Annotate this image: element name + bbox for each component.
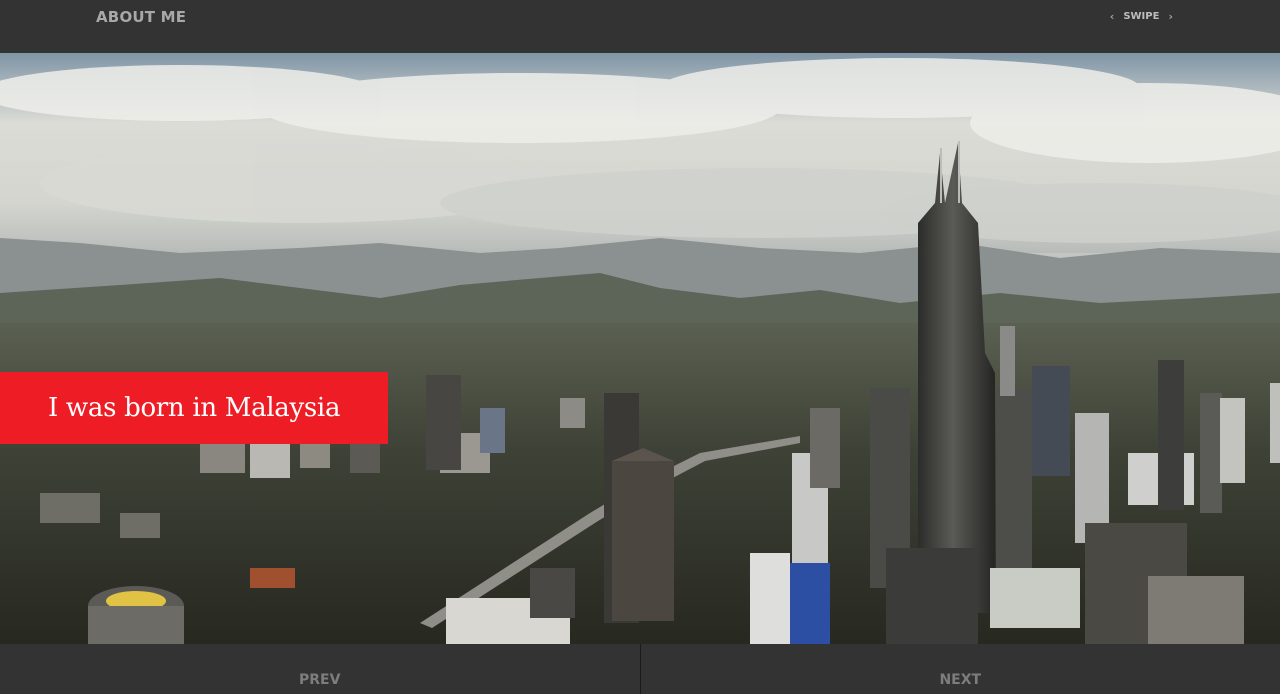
slide-caption: I was born in Malaysia bbox=[0, 372, 388, 444]
page-title: ABOUT ME bbox=[96, 8, 187, 26]
swipe-navigation: ‹ SWIPE › bbox=[1110, 10, 1173, 23]
caption-text: I was born in Malaysia bbox=[48, 393, 341, 423]
bottom-nav: PREV NEXT bbox=[0, 644, 1280, 694]
prev-button[interactable]: PREV bbox=[0, 644, 640, 694]
slide-photo[interactable]: I was born in Malaysia bbox=[0, 53, 1280, 644]
chevron-left-icon[interactable]: ‹ bbox=[1110, 10, 1115, 23]
top-bar: ABOUT ME ‹ SWIPE › bbox=[0, 0, 1280, 53]
swipe-label: SWIPE bbox=[1123, 11, 1160, 22]
next-button[interactable]: NEXT bbox=[641, 644, 1280, 694]
chevron-right-icon[interactable]: › bbox=[1168, 10, 1173, 23]
city-skyline-image bbox=[0, 53, 1280, 644]
